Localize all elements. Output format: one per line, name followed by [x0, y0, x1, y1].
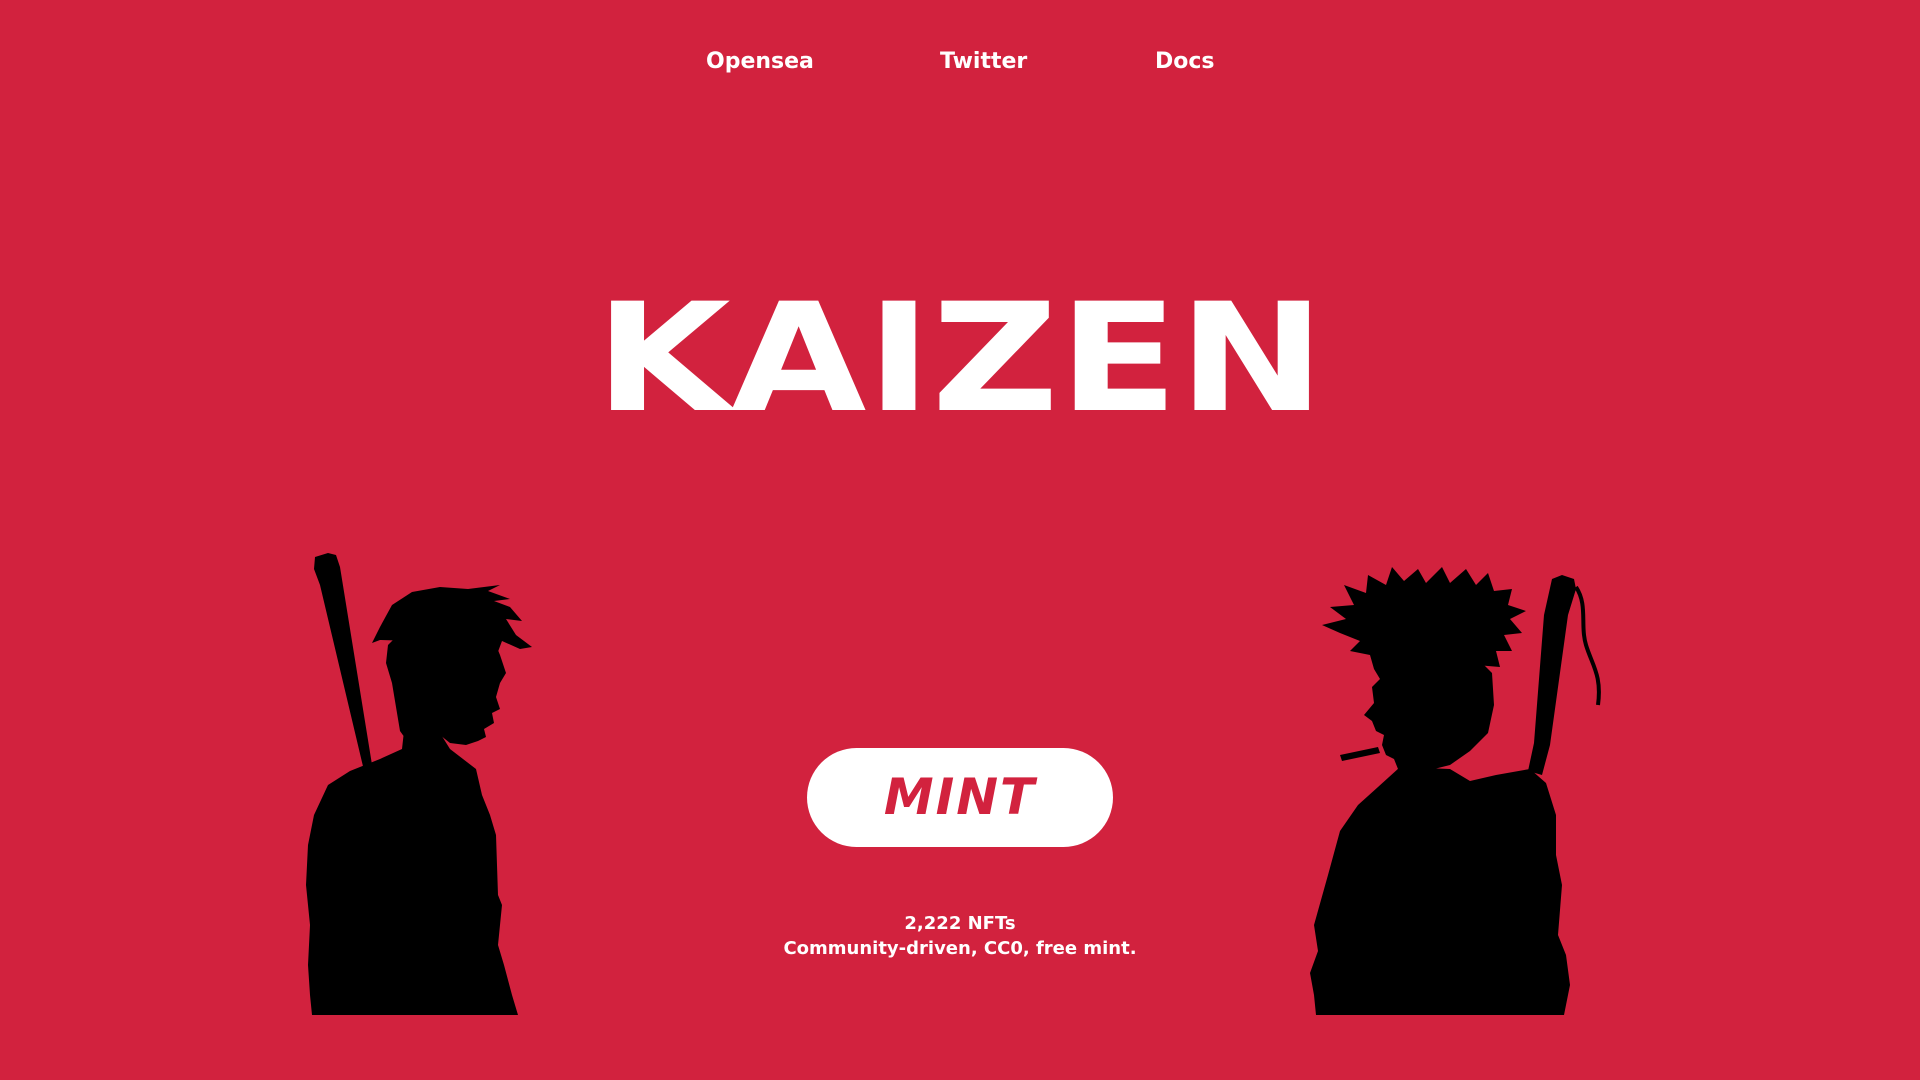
left-samurai-silhouette [300, 545, 590, 1015]
right-samurai-image [1310, 567, 1601, 1015]
nav-link-docs[interactable]: Docs [1155, 47, 1215, 77]
supply-text: 2,222 NFTs [904, 913, 1016, 934]
tagline-text: Community-driven, CC0, free mint. [783, 938, 1137, 959]
nav-link-opensea[interactable]: Opensea [706, 47, 814, 77]
hero-title: KAIZEN [595, 272, 1325, 428]
top-nav: Opensea Twitter Docs [0, 47, 1920, 77]
collection-info: 2,222 NFTs Community-driven, CC0, free m… [660, 911, 1260, 961]
nav-link-twitter[interactable]: Twitter [940, 47, 1027, 77]
right-samurai-silhouette [1300, 555, 1630, 1015]
hero-title-svg: KAIZEN [595, 272, 1325, 428]
left-samurai-image [306, 553, 532, 1015]
mint-button[interactable]: MINT [807, 748, 1113, 847]
hero-title-wrap: KAIZEN [560, 258, 1360, 428]
